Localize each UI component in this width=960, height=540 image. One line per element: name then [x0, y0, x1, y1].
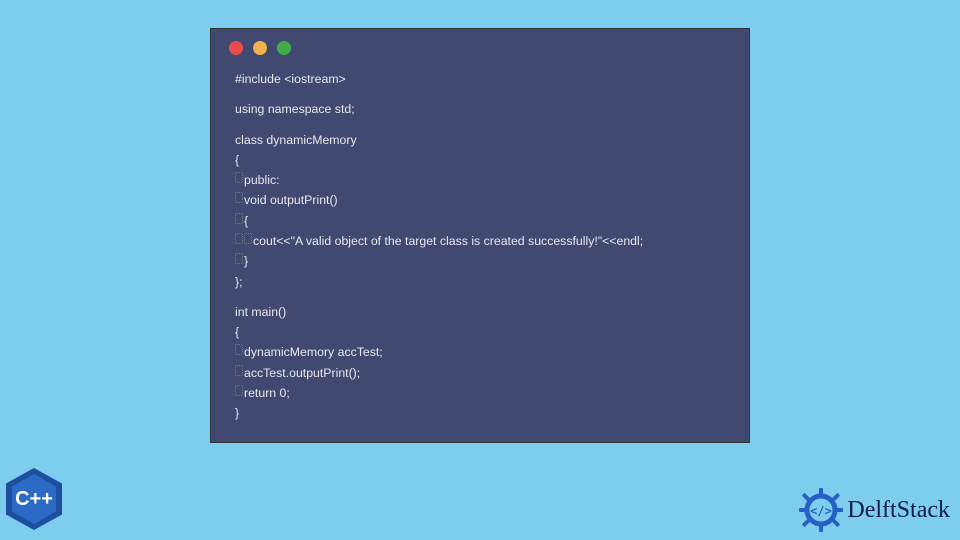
code-line: #include <iostream> [235, 69, 725, 89]
code-line: { [235, 150, 725, 170]
code-line: { [235, 211, 725, 231]
code-line: class dynamicMemory [235, 130, 725, 150]
code-line [235, 292, 725, 302]
code-line [235, 120, 725, 130]
code-line: { [235, 322, 725, 342]
code-line: return 0; [235, 383, 725, 403]
code-line: accTest.outputPrint(); [235, 363, 725, 383]
code-line: } [235, 251, 725, 271]
code-line: int main() [235, 302, 725, 322]
code-line: cout<<"A valid object of the target clas… [235, 231, 725, 251]
window-titlebar [211, 29, 749, 63]
code-block: #include <iostream> using namespace std; c… [211, 63, 749, 428]
code-line: using namespace std; [235, 99, 725, 119]
code-line: }; [235, 272, 725, 292]
svg-text:</>: </> [811, 504, 833, 518]
code-line: public: [235, 170, 725, 190]
brand-logo: </> DelftStack [799, 488, 950, 532]
code-window: #include <iostream> using namespace std; c… [210, 28, 750, 443]
brand-name: DelftStack [847, 497, 950, 524]
close-icon[interactable] [229, 41, 243, 55]
code-line: dynamicMemory accTest; [235, 342, 725, 362]
code-line: } [235, 403, 725, 423]
maximize-icon[interactable] [277, 41, 291, 55]
cpp-logo-label: C++ [12, 474, 56, 524]
code-line: void outputPrint() [235, 190, 725, 210]
cpp-logo: C++ [6, 468, 66, 534]
minimize-icon[interactable] [253, 41, 267, 55]
gear-icon: </> [799, 488, 843, 532]
code-line [235, 89, 725, 99]
